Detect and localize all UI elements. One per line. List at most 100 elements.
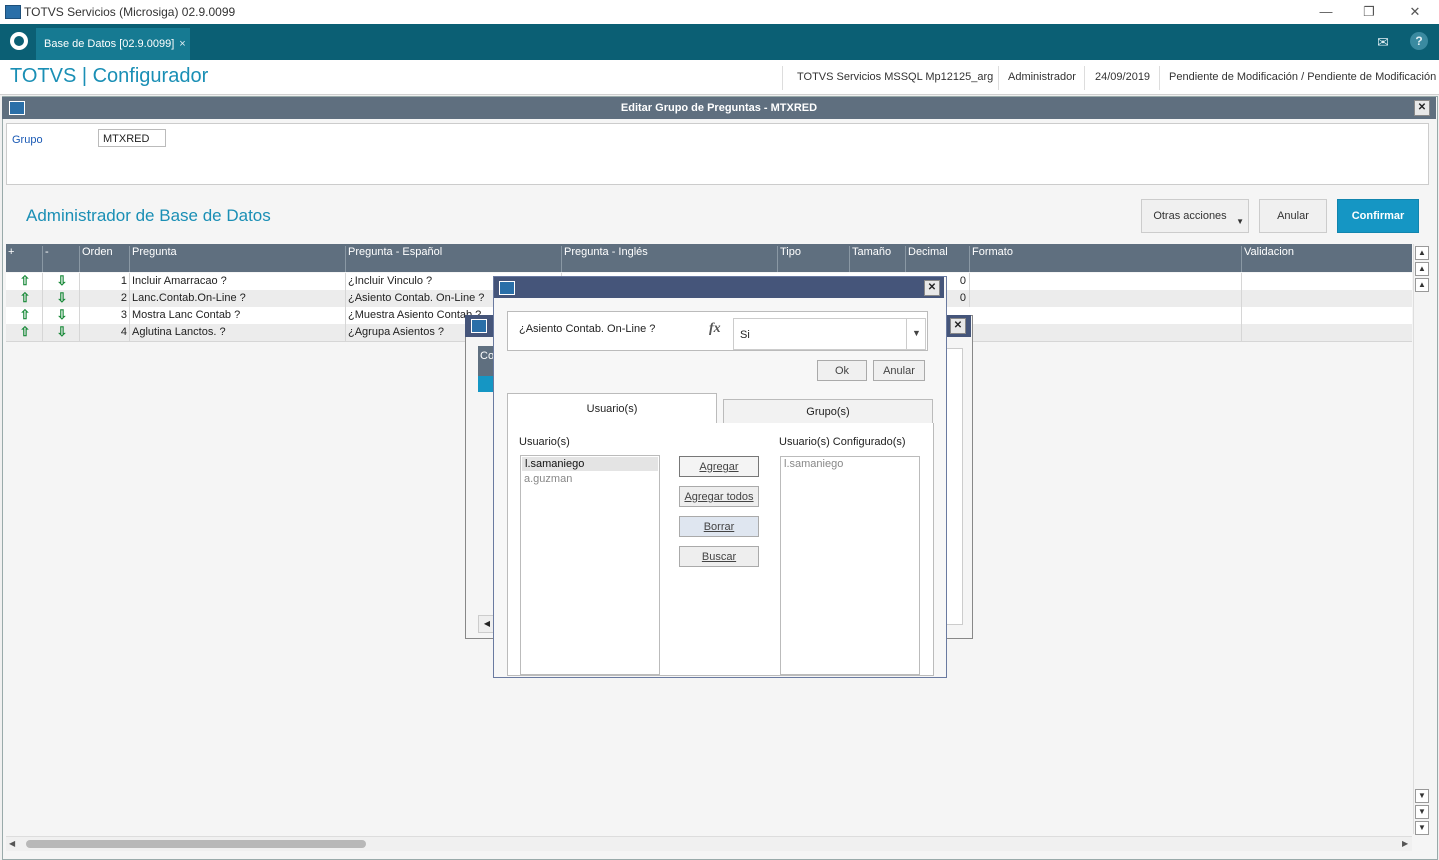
scroll-thumb[interactable] bbox=[26, 840, 366, 848]
cell-pregunta: Incluir Amarracao ? bbox=[130, 273, 346, 290]
cell-formato bbox=[970, 290, 1242, 307]
col-tamano[interactable]: Tamaño bbox=[850, 246, 906, 272]
col-orden[interactable]: Orden bbox=[80, 246, 130, 272]
dialog-header: Editar Grupo de Preguntas - MTXRED ✕ bbox=[2, 97, 1436, 119]
buscar-button[interactable]: Buscar bbox=[679, 546, 759, 567]
app-icon bbox=[5, 5, 21, 19]
minimize-button[interactable]: — bbox=[1312, 3, 1340, 21]
chevron-down-icon: ▼ bbox=[912, 328, 921, 338]
server-info: TOTVS Servicios MSSQL Mp12125_arg bbox=[797, 71, 994, 83]
col-validacion[interactable]: Validacion bbox=[1242, 246, 1412, 272]
tab-label: Base de Datos [02.9.0099] bbox=[44, 38, 175, 50]
col-decimal[interactable]: Decimal bbox=[906, 246, 970, 272]
window-title: TOTVS Servicios (Microsiga) 02.9.0099 bbox=[24, 5, 236, 19]
divider bbox=[906, 319, 907, 349]
grupo-label: Grupo bbox=[12, 134, 43, 146]
section-title: Administrador de Base de Datos bbox=[26, 206, 271, 225]
divider bbox=[1084, 66, 1085, 90]
dialog-close-button[interactable]: ✕ bbox=[1414, 100, 1430, 116]
background-grid-selected-row[interactable] bbox=[478, 376, 494, 392]
agregar-button[interactable]: Agregar bbox=[679, 456, 759, 477]
fx-icon[interactable]: fx bbox=[709, 321, 721, 337]
grid-vertical-scrollbar[interactable] bbox=[1413, 244, 1430, 834]
anular-button[interactable]: Anular bbox=[1259, 199, 1327, 233]
tab-close-icon[interactable]: × bbox=[179, 38, 185, 50]
otras-acciones-label: Otras acciones bbox=[1153, 210, 1227, 222]
answer-select[interactable]: Si ▼ bbox=[733, 318, 926, 350]
col-remove[interactable]: - bbox=[43, 246, 80, 272]
col-tipo[interactable]: Tipo bbox=[778, 246, 850, 272]
col-formato[interactable]: Formato bbox=[970, 246, 1242, 272]
borrar-button[interactable]: Borrar bbox=[679, 516, 759, 537]
question-panel: ¿Asiento Contab. On-Line ? fx Si ▼ bbox=[507, 311, 928, 351]
scroll-right-icon[interactable]: ▶ bbox=[1402, 839, 1408, 848]
otras-acciones-button[interactable]: Otras acciones ▼ bbox=[1141, 199, 1249, 233]
question-label: ¿Asiento Contab. On-Line ? bbox=[519, 323, 656, 335]
cell-pregunta: Aglutina Lanctos. ? bbox=[130, 324, 346, 341]
dialog-title: Editar Grupo de Preguntas - MTXRED bbox=[620, 102, 818, 114]
list-item[interactable]: l.samaniego bbox=[781, 457, 919, 471]
divider bbox=[1159, 66, 1160, 90]
divider bbox=[998, 66, 999, 90]
dialog-icon bbox=[499, 281, 515, 295]
scroll-bottom-icon[interactable]: ▼ bbox=[1415, 821, 1429, 835]
move-down-icon[interactable]: ⇩ bbox=[43, 290, 80, 307]
move-down-icon[interactable]: ⇩ bbox=[43, 273, 80, 290]
app-header: TOTVS | Configurador TOTVS Servicios MSS… bbox=[0, 60, 1439, 95]
help-icon[interactable]: ? bbox=[1410, 32, 1428, 50]
confirmar-button[interactable]: Confirmar bbox=[1337, 199, 1419, 233]
ok-button[interactable]: Ok bbox=[817, 360, 867, 381]
configured-list-label: Usuario(s) Configurado(s) bbox=[779, 436, 906, 448]
scroll-top-icon[interactable]: ▲ bbox=[1415, 246, 1429, 260]
status-info: Pendiente de Modificación / Pendiente de… bbox=[1169, 71, 1437, 83]
tab-usuarios[interactable]: Usuario(s) bbox=[507, 393, 717, 424]
cell-pregunta: Mostra Lanc Contab ? bbox=[130, 307, 346, 324]
user-access-close-button[interactable]: ✕ bbox=[924, 280, 940, 296]
answer-value: Si bbox=[740, 329, 750, 341]
move-up-icon[interactable]: ⇧ bbox=[6, 273, 43, 290]
move-down-icon[interactable]: ⇩ bbox=[43, 307, 80, 324]
usuarios-list-label: Usuario(s) bbox=[519, 436, 570, 448]
list-item[interactable]: a.guzman bbox=[521, 472, 659, 486]
grid-header: + - Orden Pregunta Pregunta - Español Pr… bbox=[6, 244, 1412, 272]
scroll-page-up-icon[interactable]: ▲ bbox=[1415, 262, 1429, 276]
tab-grupos[interactable]: Grupo(s) bbox=[723, 399, 933, 424]
cell-orden: 1 bbox=[80, 273, 130, 290]
divider bbox=[782, 66, 783, 90]
close-window-button[interactable]: ✕ bbox=[1401, 3, 1429, 21]
move-down-icon[interactable]: ⇩ bbox=[43, 324, 80, 341]
usuarios-listbox[interactable]: l.samaniego a.guzman bbox=[520, 455, 660, 675]
move-up-icon[interactable]: ⇧ bbox=[6, 324, 43, 341]
cell-formato bbox=[970, 273, 1242, 290]
date-info: 24/09/2019 bbox=[1095, 71, 1151, 83]
configured-listbox[interactable]: l.samaniego bbox=[780, 456, 920, 675]
background-dialog-close-button[interactable]: ✕ bbox=[950, 318, 966, 334]
col-pregunta[interactable]: Pregunta bbox=[130, 246, 346, 272]
cell-orden: 4 bbox=[80, 324, 130, 341]
grid-horizontal-scrollbar[interactable]: ◀ ▶ bbox=[6, 836, 1412, 851]
scroll-left-icon[interactable]: ◀ bbox=[9, 839, 15, 848]
restore-button[interactable]: ❐ bbox=[1355, 3, 1383, 21]
cell-orden: 2 bbox=[80, 290, 130, 307]
scroll-up-icon[interactable]: ▲ bbox=[1415, 278, 1429, 292]
totvs-logo-icon[interactable] bbox=[10, 32, 28, 50]
user-access-dialog-header: ✕ bbox=[494, 277, 944, 298]
mail-icon[interactable]: ✉ bbox=[1372, 32, 1394, 52]
grupo-input[interactable]: MTXRED bbox=[98, 129, 166, 147]
scroll-down-icon[interactable]: ▼ bbox=[1415, 789, 1429, 803]
popup-anular-button[interactable]: Anular bbox=[873, 360, 925, 381]
user-info: Administrador bbox=[1008, 71, 1076, 83]
move-up-icon[interactable]: ⇧ bbox=[6, 290, 43, 307]
tab-base-de-datos[interactable]: Base de Datos [02.9.0099] × bbox=[36, 28, 190, 60]
background-grid-header: Co bbox=[478, 346, 494, 376]
col-add[interactable]: + bbox=[6, 246, 43, 272]
list-item[interactable]: l.samaniego bbox=[522, 457, 658, 471]
window-titlebar: TOTVS Servicios (Microsiga) 02.9.0099 — … bbox=[0, 0, 1439, 24]
col-pregunta-ingles[interactable]: Pregunta - Inglés bbox=[562, 246, 778, 272]
agregar-todos-button[interactable]: Agregar todos bbox=[679, 486, 759, 507]
dialog-icon bbox=[471, 319, 487, 333]
app-tabbar: Base de Datos [02.9.0099] × ✉ ? bbox=[0, 24, 1439, 60]
scroll-page-down-icon[interactable]: ▼ bbox=[1415, 805, 1429, 819]
move-up-icon[interactable]: ⇧ bbox=[6, 307, 43, 324]
col-pregunta-espanol[interactable]: Pregunta - Español bbox=[346, 246, 562, 272]
